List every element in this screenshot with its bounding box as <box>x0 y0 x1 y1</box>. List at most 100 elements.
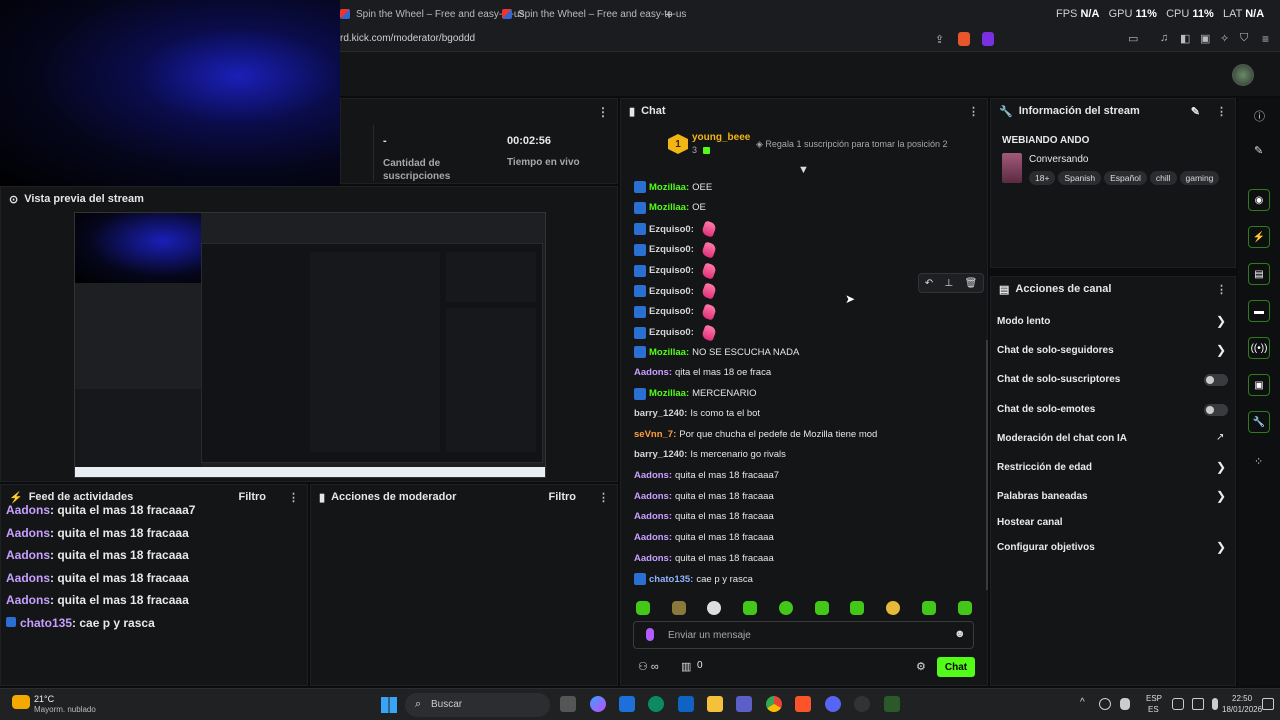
channel-action-item[interactable]: Moderación del chat con IA <box>997 433 1127 444</box>
channel-actions-more-icon[interactable]: ⋮ <box>1216 283 1227 296</box>
stream-preview-video[interactable] <box>74 212 546 478</box>
channel-action-item[interactable]: Modo lento <box>997 316 1050 327</box>
activity-username[interactable]: Aadons <box>6 593 50 607</box>
channel-action-item[interactable]: Restricción de edad <box>997 462 1092 473</box>
chat-message[interactable]: Aadons: qita el mas 18 oe fraca <box>634 367 771 378</box>
rail-more-icon[interactable]: ⁘ <box>1254 455 1263 468</box>
rail-channel-icon[interactable]: ▣ <box>1248 374 1270 396</box>
chat-username[interactable]: Aadons: <box>634 367 672 378</box>
stream-info-more-icon[interactable]: ⋮ <box>1216 105 1227 118</box>
chat-username[interactable]: Mozillaa: <box>649 182 689 193</box>
chat-more-icon[interactable]: ⋮ <box>968 105 979 118</box>
chat-message[interactable]: barry_1240: Is mercenario go rivals <box>634 449 786 460</box>
chat-username[interactable]: Aadons: <box>634 491 672 502</box>
brave-shield-icon[interactable] <box>958 32 970 46</box>
edit-pencil-icon[interactable]: ✎ <box>1191 105 1200 118</box>
vpn-icon[interactable]: ⛉ <box>1240 32 1248 45</box>
rail-broadcast-icon[interactable]: ((•)) <box>1248 337 1270 359</box>
language-primary[interactable]: ESP <box>1146 694 1162 703</box>
category-thumbnail[interactable] <box>1002 153 1022 183</box>
browser-tab-1[interactable]: Spin the Wheel – Free and easy-to-us <box>340 4 524 24</box>
toggle-switch[interactable] <box>1204 374 1228 386</box>
chat-username[interactable]: Ezquiso0: <box>649 244 694 255</box>
emote-icon[interactable] <box>779 601 793 615</box>
chat-message[interactable]: Aadons: quita el mas 18 fracaaa <box>634 491 774 502</box>
channel-action-item[interactable]: Chat de solo-suscriptores <box>997 374 1120 385</box>
chat-username[interactable]: Mozillaa: <box>649 347 689 358</box>
emote-icon[interactable] <box>815 601 829 615</box>
chevron-right-icon[interactable]: ❯ <box>1216 314 1226 328</box>
send-chat-button[interactable]: Chat <box>937 657 975 677</box>
rail-chat-icon[interactable]: ▬ <box>1248 300 1270 322</box>
chat-message[interactable]: chato135: cae p y rasca <box>634 573 753 586</box>
chat-message[interactable]: Ezquiso0: <box>634 261 718 280</box>
menu-icon[interactable]: ≡ <box>1262 32 1269 46</box>
rail-activity-icon[interactable]: ⚡ <box>1248 226 1270 248</box>
emote-icon[interactable] <box>672 601 686 615</box>
new-tab-button[interactable]: + <box>665 4 673 24</box>
category-name[interactable]: Conversando <box>1029 154 1088 165</box>
channel-action-item[interactable]: Palabras baneadas <box>997 491 1088 502</box>
chevron-right-icon[interactable]: ❯ <box>1216 540 1226 554</box>
activity-username[interactable]: Aadons <box>6 548 50 562</box>
notifications-icon[interactable] <box>1262 698 1274 710</box>
copilot-icon[interactable] <box>590 696 606 712</box>
network-icon[interactable] <box>1172 698 1184 710</box>
toggle-switch[interactable] <box>1204 404 1228 416</box>
mic-icon[interactable] <box>646 628 654 641</box>
info-icon[interactable]: ⓘ <box>1254 108 1265 124</box>
chat-scrollbar[interactable] <box>986 340 988 590</box>
emote-icon[interactable] <box>850 601 864 615</box>
language-secondary[interactable]: ES <box>1148 705 1159 714</box>
reply-icon[interactable]: ↶ <box>925 278 933 289</box>
windows-start-icon[interactable] <box>381 697 397 713</box>
chat-username[interactable]: Ezquiso0: <box>649 265 694 276</box>
chat-message[interactable]: Ezquiso0: <box>634 241 718 259</box>
chevron-right-icon[interactable]: ❯ <box>1216 489 1226 503</box>
emote-icon[interactable] <box>958 601 972 615</box>
activity-username[interactable]: chato135 <box>20 616 72 630</box>
chat-username[interactable]: Ezquiso0: <box>649 306 694 317</box>
chat-username[interactable]: Ezquiso0: <box>649 286 694 297</box>
chat-username[interactable]: Aadons: <box>634 553 672 564</box>
activity-more-icon[interactable]: ⋮ <box>288 491 299 504</box>
chat-message[interactable]: Aadons: quita el mas 18 fracaaa <box>634 532 774 543</box>
mod-actions-more-icon[interactable]: ⋮ <box>598 491 609 504</box>
activity-filter-button[interactable]: Filtro <box>239 491 267 503</box>
outlook-icon[interactable] <box>678 696 694 712</box>
chat-username[interactable]: Aadons: <box>634 532 672 543</box>
activity-username[interactable]: Aadons <box>6 503 50 517</box>
teams-icon[interactable] <box>736 696 752 712</box>
chat-message[interactable]: Ezquiso0: <box>634 282 718 300</box>
stats-more-icon[interactable]: ⋮ <box>597 105 609 119</box>
tray-overflow-icon[interactable]: ^ <box>1080 697 1085 708</box>
chat-username[interactable]: seVnn_7: <box>634 429 676 440</box>
pin-icon[interactable]: ⊥ <box>944 278 953 289</box>
task-view-icon[interactable] <box>560 696 576 712</box>
kick-app-icon[interactable] <box>884 696 900 712</box>
chat-message[interactable]: Aadons: quita el mas 18 fracaaa7 <box>634 470 779 481</box>
chat-message[interactable]: Mozillaa: OEE <box>634 181 712 193</box>
rail-wrench-icon[interactable]: 🔧 <box>1248 411 1270 433</box>
battery-icon[interactable] <box>1212 698 1218 710</box>
pencil-icon[interactable]: ✎ <box>1254 144 1263 157</box>
chat-username[interactable]: chato135: <box>649 574 693 585</box>
chat-message[interactable]: seVnn_7: Por que chucha el pedefe de Mozi… <box>634 429 877 440</box>
chat-message[interactable]: Ezquiso0: <box>634 323 718 342</box>
wallet-icon[interactable]: ▣ <box>1200 32 1210 45</box>
collapse-pinned-icon[interactable]: ▼ <box>798 164 809 176</box>
chat-username[interactable]: barry_1240: <box>634 408 687 419</box>
chat-username[interactable]: Aadons: <box>634 511 672 522</box>
leo-ai-icon[interactable]: ✧ <box>1220 32 1229 45</box>
obs-icon[interactable] <box>854 696 870 712</box>
chat-username[interactable]: Ezquiso0: <box>649 327 694 338</box>
emote-icon[interactable] <box>636 601 650 615</box>
chat-message[interactable]: Aadons: quita el mas 18 fracaaa <box>634 553 774 564</box>
sidebar-icon[interactable]: ◧ <box>1180 32 1190 45</box>
chevron-right-icon[interactable]: ❯ <box>1216 460 1226 474</box>
mic-tray-icon[interactable] <box>1120 698 1130 710</box>
discord-icon[interactable] <box>825 696 841 712</box>
avatar[interactable] <box>1232 64 1254 86</box>
pinned-user[interactable]: young_beee <box>692 132 750 143</box>
chat-message[interactable]: barry_1240: Is como ta el bot <box>634 408 760 419</box>
